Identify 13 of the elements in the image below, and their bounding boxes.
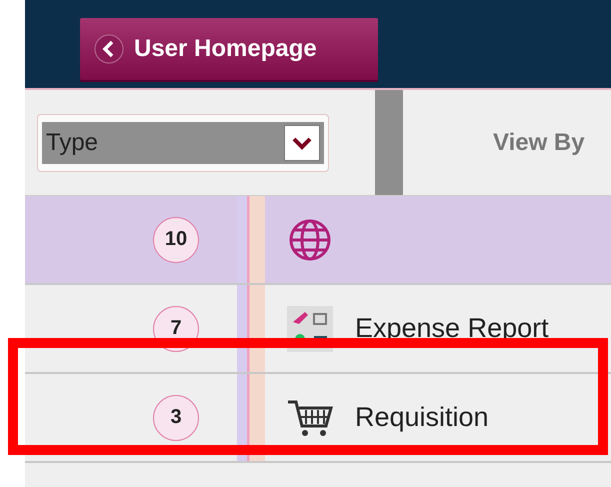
count-badge: 10 (153, 216, 199, 262)
type-select[interactable]: Type (37, 114, 329, 172)
row-label: Requisition (355, 402, 489, 433)
chevron-down-icon (284, 124, 320, 160)
back-button[interactable]: User Homepage (80, 18, 378, 80)
row-label: Expense Report (355, 313, 549, 344)
view-by-label: View By (493, 128, 585, 156)
list-row[interactable]: 10 (25, 196, 611, 285)
cart-icon (286, 398, 334, 438)
count-badge: 3 (153, 394, 199, 440)
globe-icon (288, 218, 332, 262)
back-icon (94, 34, 124, 64)
splitter-handle[interactable] (375, 90, 403, 195)
